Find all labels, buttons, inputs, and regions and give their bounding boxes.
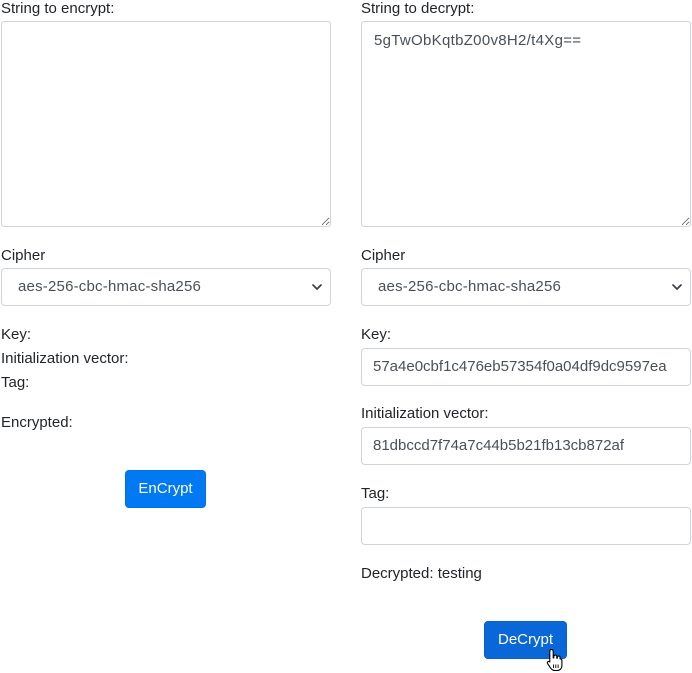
string-to-decrypt-label: String to decrypt: xyxy=(361,0,475,17)
decrypt-tag-input[interactable] xyxy=(361,507,691,545)
hand-pointer-icon xyxy=(546,648,563,672)
decrypt-iv-input[interactable]: 81dbccd7f74a7c44b5b21fb13cb872af xyxy=(361,427,691,465)
decrypt-tag-label: Tag: xyxy=(361,485,390,502)
encrypt-tag-label: Tag: xyxy=(1,374,30,391)
encrypt-cipher-selected-value: aes-256-cbc-hmac-sha256 xyxy=(18,278,202,295)
string-to-encrypt-textarea[interactable] xyxy=(1,21,331,227)
decrypt-key-input[interactable]: 57a4e0cbf1c476eb57354f0a04df9dc9597ea xyxy=(361,348,691,386)
decrypt-cipher-selected-value: aes-256-cbc-hmac-sha256 xyxy=(378,278,562,295)
decrypt-key-label: Key: xyxy=(361,326,392,343)
encrypt-iv-label: Initialization vector: xyxy=(1,350,129,367)
chevron-down-icon xyxy=(672,284,682,290)
encrypt-button[interactable]: EnCrypt xyxy=(125,470,206,508)
chevron-down-icon xyxy=(312,284,322,290)
string-to-encrypt-label: String to encrypt: xyxy=(1,0,115,17)
encrypt-cipher-label: Cipher xyxy=(1,247,46,264)
encrypted-output-label: Encrypted: xyxy=(1,414,73,431)
encrypt-cipher-select[interactable]: aes-256-cbc-hmac-sha256 xyxy=(1,268,331,306)
decrypted-output-label: Decrypted: testing xyxy=(361,565,482,582)
string-to-decrypt-textarea[interactable] xyxy=(361,21,691,227)
decrypt-cipher-select[interactable]: aes-256-cbc-hmac-sha256 xyxy=(361,268,691,306)
encrypt-key-label: Key: xyxy=(1,326,32,343)
decrypt-cipher-label: Cipher xyxy=(361,247,406,264)
decrypt-iv-label: Initialization vector: xyxy=(361,405,489,422)
